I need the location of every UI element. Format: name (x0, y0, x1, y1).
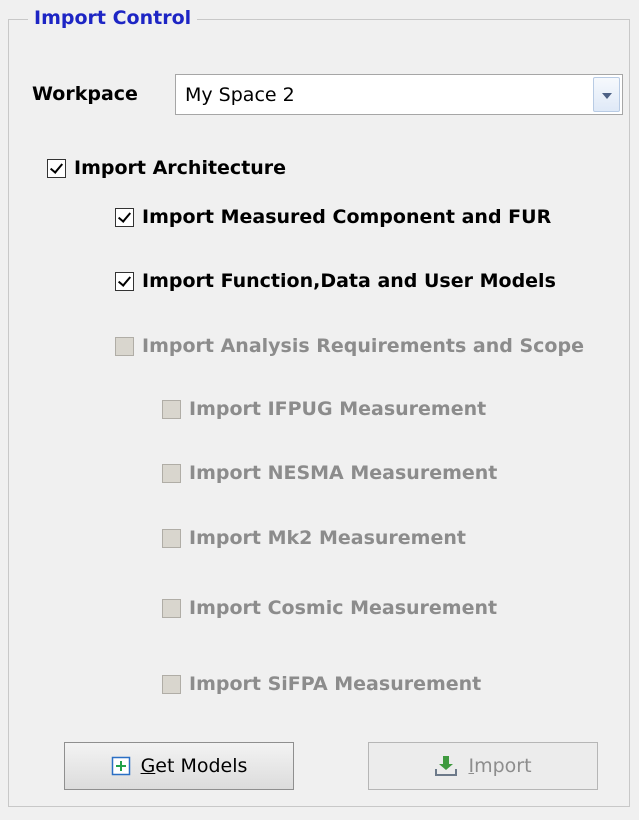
dropdown-button[interactable] (593, 77, 620, 112)
checkbox-label: Import Mk2 Measurement (189, 527, 466, 549)
checkbox-box[interactable] (162, 598, 181, 618)
checkbox-import-sifpa[interactable]: Import SiFPA Measurement (162, 673, 481, 695)
checkbox-label: Import Function,Data and User Models (142, 270, 556, 292)
checkbox-box[interactable] (115, 271, 134, 291)
checkbox-import-ifpug[interactable]: Import IFPUG Measurement (162, 398, 486, 420)
checkbox-import-measured-component[interactable]: Import Measured Component and FUR (115, 206, 551, 228)
import-button[interactable]: Import (368, 742, 598, 790)
get-models-label: Get Models (140, 755, 248, 777)
download-tray-icon (434, 755, 458, 777)
checkbox-label: Import Architecture (74, 157, 287, 179)
checkbox-box[interactable] (47, 158, 66, 178)
checkbox-box[interactable] (162, 463, 181, 483)
group-title: Import Control (28, 6, 198, 30)
checkbox-import-mk2[interactable]: Import Mk2 Measurement (162, 527, 466, 549)
checkbox-label: Import Measured Component and FUR (142, 206, 552, 228)
checkbox-import-analysis-requirements[interactable]: Import Analysis Requirements and Scope (115, 335, 584, 357)
chevron-down-icon (602, 93, 612, 99)
get-models-button[interactable]: Get Models (64, 742, 294, 790)
checkbox-import-function-data-user-models[interactable]: Import Function,Data and User Models (115, 270, 556, 292)
checkbox-import-nesma[interactable]: Import NESMA Measurement (162, 462, 497, 484)
workspace-label: Workpace (32, 83, 138, 105)
checkbox-box[interactable] (115, 336, 134, 356)
checkbox-label: Import NESMA Measurement (189, 462, 498, 484)
checkbox-import-architecture[interactable]: Import Architecture (47, 157, 286, 179)
checkbox-label: Import Analysis Requirements and Scope (142, 335, 584, 357)
checkbox-label: Import IFPUG Measurement (189, 398, 487, 420)
checkbox-box[interactable] (115, 207, 134, 227)
checkbox-box[interactable] (162, 399, 181, 419)
checkbox-box[interactable] (162, 674, 181, 694)
checkbox-label: Import Cosmic Measurement (189, 597, 498, 619)
workspace-value: My Space 2 (185, 84, 295, 106)
plus-square-icon (111, 756, 131, 776)
checkbox-label: Import SiFPA Measurement (189, 673, 482, 695)
workspace-combobox[interactable]: My Space 2 (175, 74, 623, 115)
import-label: Import (468, 755, 532, 777)
checkbox-box[interactable] (162, 528, 181, 548)
checkbox-import-cosmic[interactable]: Import Cosmic Measurement (162, 597, 497, 619)
